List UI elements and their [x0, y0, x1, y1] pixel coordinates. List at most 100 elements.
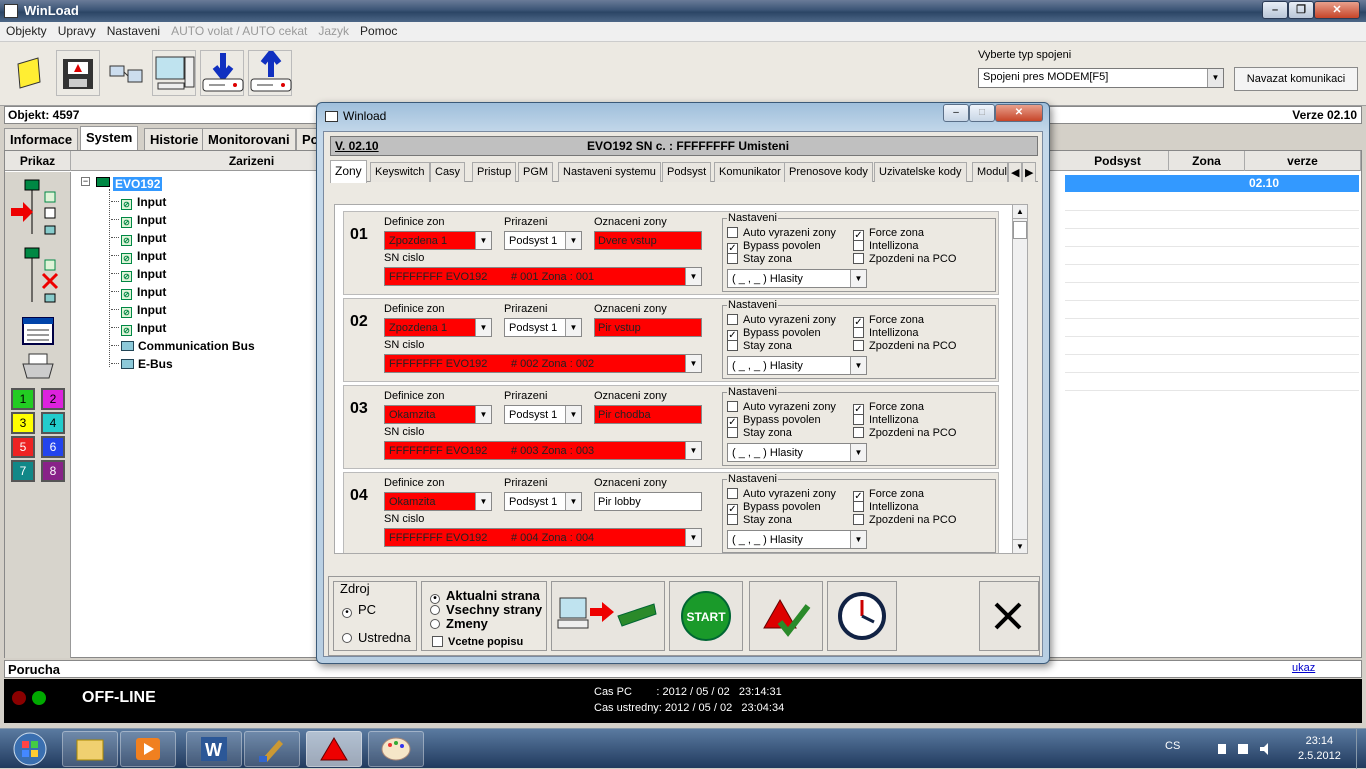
cancel-button[interactable] [979, 581, 1039, 651]
verify-button[interactable] [749, 581, 823, 651]
tab-pgm[interactable]: PGM [518, 162, 554, 182]
tab-podsyst[interactable]: Podsyst [662, 162, 712, 182]
menu-objekty[interactable]: Objekty [0, 22, 52, 38]
partition-2-button[interactable]: 2 [41, 388, 65, 410]
source-pc-radio[interactable]: • PC [342, 602, 376, 618]
stay-checkbox[interactable]: Stay zona [727, 427, 792, 439]
dialog-maximize-button[interactable]: □ [969, 104, 995, 122]
volume-select[interactable]: ( _ , _ ) Hlasity ▼ [727, 356, 867, 375]
grid-row[interactable] [1065, 193, 1359, 211]
close-button[interactable]: ✕ [1314, 1, 1360, 19]
zone-label-input[interactable]: Pir lobby [594, 492, 702, 511]
network-button[interactable] [104, 50, 148, 96]
tree-item[interactable]: ⊘ Input [111, 249, 166, 264]
auto-checkbox[interactable]: Auto vyrazeni zony [727, 401, 836, 413]
bypass-checkbox[interactable]: ✓ Bypass povolen [727, 327, 821, 341]
report-icon[interactable] [21, 316, 55, 346]
grid-row[interactable] [1065, 319, 1359, 337]
clock[interactable]: 23:14 2.5.2012 [1298, 734, 1341, 764]
serial-number-select[interactable]: FFFFFFFF EVO192 # 003 Zona : 003 ▼ [384, 441, 702, 460]
source-ustredna-radio[interactable]: Ustredna [342, 630, 411, 645]
open-folder-button[interactable] [8, 50, 52, 96]
printer-icon[interactable] [21, 352, 55, 382]
tabs-scroll-right[interactable]: ▶ [1022, 162, 1036, 182]
stay-checkbox[interactable]: Stay zona [727, 253, 792, 265]
volume-select[interactable]: ( _ , _ ) Hlasity ▼ [727, 443, 867, 462]
zone-label-input[interactable]: Pir chodba [594, 405, 702, 424]
connect-button[interactable]: Navazat komunikaci [1234, 67, 1358, 91]
tree-collapse-toggle[interactable]: − [81, 177, 90, 186]
tab-prenosove-kody[interactable]: Prenosove kody [784, 162, 873, 182]
volume-select[interactable]: ( _ , _ ) Hlasity ▼ [727, 530, 867, 549]
connection-type-select[interactable]: Spojeni pres MODEM[F5] ▼ [978, 68, 1224, 88]
grid-row[interactable] [1065, 373, 1359, 391]
partition-5-button[interactable]: 5 [11, 436, 35, 458]
partition-7-button[interactable]: 7 [11, 460, 35, 482]
tray-icons[interactable] [1216, 741, 1276, 757]
tab-historie[interactable]: Historie [144, 128, 205, 150]
tab-keyswitch[interactable]: Keyswitch [370, 162, 430, 182]
language-indicator[interactable]: CS [1165, 740, 1180, 752]
column-zona[interactable]: Zona [1169, 151, 1245, 171]
zone-label-input[interactable]: Dvere vstup [594, 231, 702, 250]
tab-zony[interactable]: Zony [330, 160, 367, 183]
taskbar-media-player[interactable] [120, 731, 176, 767]
taskbar-paint[interactable] [368, 731, 424, 767]
grid-row[interactable] [1065, 301, 1359, 319]
computer-button[interactable] [152, 50, 196, 96]
zpozdeni-checkbox[interactable]: Zpozdeni na PCO [853, 253, 956, 265]
volume-select[interactable]: ( _ , _ ) Hlasity ▼ [727, 269, 867, 288]
tab-moduly[interactable]: Moduly [972, 162, 1008, 182]
dialog-minimize-button[interactable]: – [943, 104, 969, 122]
tab-nastaveni-systemu[interactable]: Nastaveni systemu [558, 162, 661, 182]
zone-definition-select[interactable]: Zpozdena 1 ▼ [384, 231, 492, 250]
partition-select[interactable]: Podsyst 1 ▼ [504, 405, 582, 424]
bypass-checkbox[interactable]: ✓ Bypass povolen [727, 501, 821, 515]
grid-row[interactable] [1065, 355, 1359, 373]
grid-row[interactable] [1065, 337, 1359, 355]
zpozdeni-checkbox[interactable]: Zpozdeni na PCO [853, 427, 956, 439]
intelli-checkbox[interactable]: Intellizona [853, 414, 919, 426]
grid-row[interactable] [1065, 283, 1359, 301]
column-prikaz[interactable]: Prikaz [5, 151, 71, 171]
zone-definition-select[interactable]: Zpozdena 1 ▼ [384, 318, 492, 337]
menu-nastaveni[interactable]: Nastaveni [101, 22, 165, 38]
tree-item[interactable]: ⊘ Input [111, 267, 166, 282]
auto-checkbox[interactable]: Auto vyrazeni zony [727, 488, 836, 500]
tab-informace[interactable]: Informace [4, 128, 79, 150]
force-checkbox[interactable]: ✓ Force zona [853, 401, 924, 415]
zones-scrollbar[interactable]: ▲ ▼ [1012, 204, 1028, 554]
upload-button[interactable] [248, 48, 292, 96]
tree-item[interactable]: ⊘ Input [111, 321, 166, 336]
tab-uzivatelske-kody[interactable]: Uzivatelske kody [874, 162, 967, 182]
force-checkbox[interactable]: ✓ Force zona [853, 488, 924, 502]
intelli-checkbox[interactable]: Intellizona [853, 501, 919, 513]
intelli-checkbox[interactable]: Intellizona [853, 327, 919, 339]
taskbar-word[interactable]: W [186, 731, 242, 767]
taskbar-paint-app[interactable] [244, 731, 300, 767]
tab-pristup[interactable]: Pristup [472, 162, 517, 182]
tab-monitorovani[interactable]: Monitorovani [202, 128, 296, 150]
show-desktop-button[interactable] [1356, 729, 1366, 769]
zpozdeni-checkbox[interactable]: Zpozdeni na PCO [853, 340, 956, 352]
bypass-checkbox[interactable]: ✓ Bypass povolen [727, 240, 821, 254]
serial-number-select[interactable]: FFFFFFFF EVO192 # 004 Zona : 004 ▼ [384, 528, 702, 547]
scroll-up-icon[interactable]: ▲ [1013, 205, 1027, 219]
menu-upravy[interactable]: Upravy [52, 22, 101, 38]
partition-1-button[interactable]: 1 [11, 388, 35, 410]
zone-definition-select[interactable]: Okamzita ▼ [384, 405, 492, 424]
grid-row[interactable] [1065, 229, 1359, 247]
auto-checkbox[interactable]: Auto vyrazeni zony [727, 314, 836, 326]
download-button[interactable] [200, 50, 244, 96]
include-descriptions-checkbox[interactable]: Vcetne popisu [432, 636, 523, 648]
partition-8-button[interactable]: 8 [41, 460, 65, 482]
menu-auto-volat[interactable]: AUTO volat / AUTO cekat [165, 22, 312, 38]
scroll-thumb[interactable] [1013, 221, 1027, 239]
partition-4-button[interactable]: 4 [41, 412, 65, 434]
taskbar-explorer[interactable] [62, 731, 118, 767]
partition-select[interactable]: Podsyst 1 ▼ [504, 492, 582, 511]
serial-number-select[interactable]: FFFFFFFF EVO192 # 001 Zona : 001 ▼ [384, 267, 702, 286]
taskbar-winload[interactable] [306, 731, 362, 767]
zone-label-input[interactable]: Pir vstup [594, 318, 702, 337]
menu-jazyk[interactable]: Jazyk [312, 22, 354, 38]
